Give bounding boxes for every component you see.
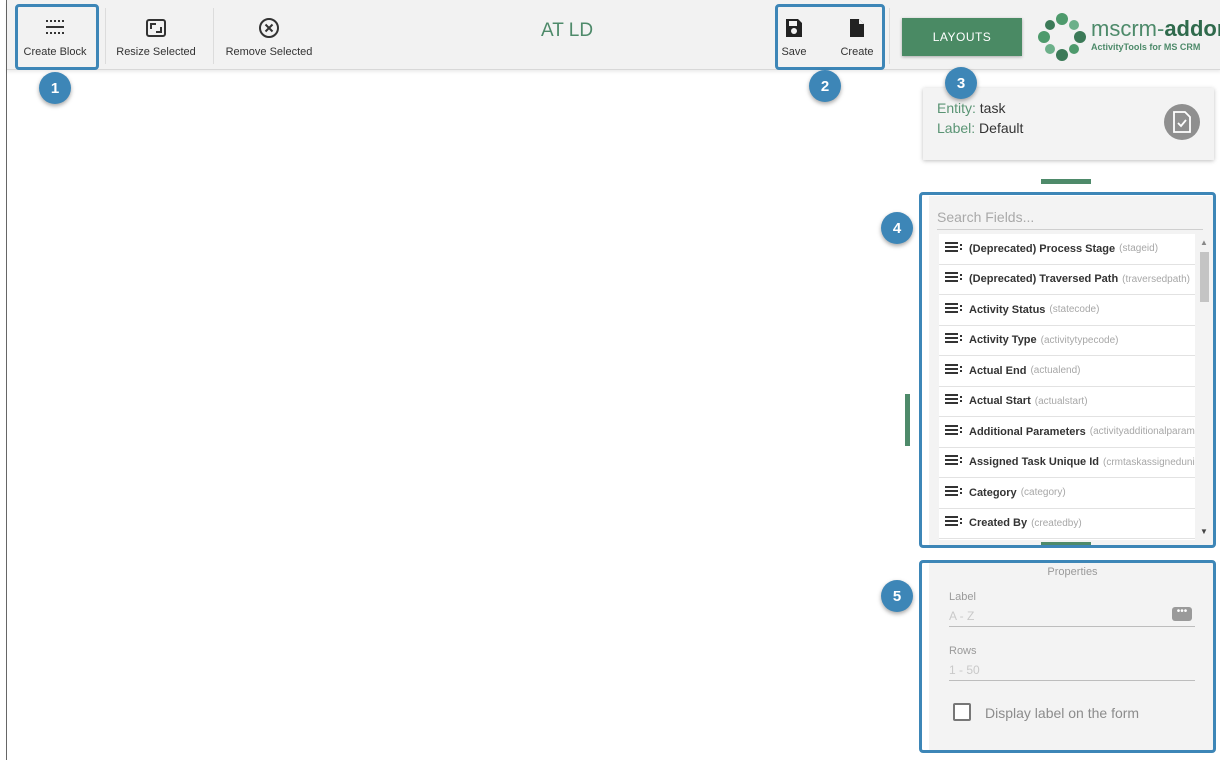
field-schema-name: (activitytypecode) — [1040, 334, 1119, 346]
callout-badge-3: 3 — [945, 67, 977, 99]
side-splitter-handle[interactable] — [905, 394, 910, 446]
field-list-item[interactable]: (Deprecated) Process Stage (stageid) — [939, 234, 1195, 265]
field-list-item[interactable]: Assigned Task Unique Id (crmtaskassignedu… — [939, 448, 1195, 478]
remove-selected-label: Remove Selected — [225, 46, 313, 58]
search-fields-input[interactable] — [937, 204, 1203, 230]
label-value: Default — [979, 120, 1024, 136]
field-name: Activity Status — [969, 303, 1046, 316]
new-document-icon — [849, 16, 865, 40]
field-schema-name: (stageid) — [1119, 243, 1159, 255]
field-schema-name: (crmtaskassigneduniqueid) — [1103, 456, 1195, 468]
toolbar-divider — [213, 8, 214, 64]
remove-selected-button[interactable]: Remove Selected — [219, 0, 319, 70]
field-schema-name: (actualstart) — [1034, 395, 1088, 407]
field-list-item[interactable]: Actual Start (actualstart) — [939, 387, 1195, 417]
field-name: Activity Type — [969, 334, 1037, 347]
field-name: (Deprecated) Traversed Path — [969, 273, 1119, 286]
drag-handle-icon[interactable] — [945, 240, 963, 258]
field-list-item[interactable]: Activity Type (activitytypecode) — [939, 326, 1195, 356]
label-input[interactable] — [949, 605, 1195, 627]
task-check-icon — [1164, 104, 1200, 140]
field-name: Actual Start — [969, 395, 1031, 408]
label-field-caption: Label — [949, 591, 976, 603]
drag-handle-icon[interactable] — [945, 453, 963, 471]
field-name: Assigned Task Unique Id — [969, 456, 1099, 469]
panel-splitter-handle[interactable] — [1041, 542, 1091, 546]
field-schema-name: (activityadditionalparams) — [1089, 426, 1195, 438]
more-options-icon[interactable]: ••• — [1172, 607, 1192, 621]
callout-badge-1: 1 — [39, 72, 71, 104]
field-schema-name: (traversedpath) — [1122, 273, 1190, 285]
field-list-item[interactable]: Additional Parameters (activityadditional… — [939, 417, 1195, 448]
display-label-text: Display label on the form — [985, 705, 1140, 721]
field-list-item[interactable]: Activity Status (statecode) — [939, 295, 1195, 326]
panel-splitter-handle[interactable] — [1041, 179, 1091, 184]
logo-mark-icon — [1038, 13, 1086, 61]
entity-info-card[interactable]: Entity: task Label: Default — [923, 88, 1214, 160]
rows-field-caption: Rows — [949, 645, 977, 657]
properties-title: Properties — [1047, 566, 1098, 578]
drag-handle-icon[interactable] — [945, 423, 963, 441]
field-list-scrollbar[interactable]: ▲ ▼ — [1197, 234, 1211, 540]
logo-wordmark: mscrm-addon — [1091, 16, 1220, 41]
label-row: Label: Default — [937, 118, 1200, 138]
remove-circle-icon — [258, 16, 280, 40]
field-name: Actual End — [969, 364, 1027, 377]
entity-value: task — [979, 100, 1006, 116]
layouts-button[interactable]: LAYOUTS — [902, 18, 1022, 56]
save-button[interactable]: Save — [777, 0, 811, 70]
layout-designer-app: Create Block Resize Selected Remove Sele… — [6, 0, 1220, 760]
scroll-up-icon[interactable]: ▲ — [1200, 238, 1208, 247]
create-label: Create — [840, 46, 874, 58]
scroll-thumb[interactable] — [1200, 252, 1209, 302]
field-schema-name: (statecode) — [1049, 304, 1100, 316]
field-schema-name: (actualend) — [1030, 365, 1081, 377]
callout-badge-2: 2 — [809, 70, 841, 102]
resize-selected-label: Resize Selected — [116, 46, 196, 58]
callout-badge-4: 4 — [881, 212, 913, 244]
create-button[interactable]: Create — [837, 0, 877, 70]
create-block-icon — [44, 16, 66, 40]
label-caption: Label: — [937, 120, 976, 136]
field-name: (Deprecated) Process Stage — [969, 242, 1116, 255]
callout-badge-5: 5 — [881, 580, 913, 612]
drag-handle-icon[interactable] — [945, 270, 963, 288]
entity-caption: Entity: — [937, 100, 976, 116]
create-block-label: Create Block — [23, 46, 87, 58]
scroll-down-icon[interactable]: ▼ — [1200, 527, 1208, 536]
drag-handle-icon[interactable] — [945, 514, 963, 532]
page-title: AT LD — [540, 20, 594, 41]
field-list-item[interactable]: Category (category) — [939, 478, 1195, 509]
drag-handle-icon[interactable] — [945, 362, 963, 380]
toolbar-divider — [105, 8, 106, 64]
resize-selected-button[interactable]: Resize Selected — [111, 0, 201, 70]
save-floppy-icon — [785, 16, 803, 40]
field-list: (Deprecated) Process Stage (stageid) (Depr… — [939, 234, 1195, 540]
toolbar: Create Block Resize Selected Remove Sele… — [7, 0, 1220, 70]
logo-tagline: ActivityTools for MS CRM — [1091, 42, 1201, 52]
drag-handle-icon[interactable] — [945, 484, 963, 502]
field-list-item[interactable]: Created By (createdby) — [939, 509, 1195, 539]
field-name: Created By — [969, 517, 1028, 530]
fields-panel: (Deprecated) Process Stage(stageid)(Depr… — [929, 196, 1216, 546]
field-name: Additional Parameters — [969, 425, 1086, 438]
save-label: Save — [781, 46, 807, 58]
display-label-checkbox[interactable] — [953, 703, 971, 721]
rows-input[interactable] — [949, 659, 1195, 681]
field-schema-name: (category) — [1020, 487, 1066, 499]
toolbar-divider — [889, 8, 890, 64]
field-name: Category — [969, 486, 1017, 499]
field-list-item[interactable]: Actual End (actualend) — [939, 356, 1195, 387]
field-schema-name: (createdby) — [1031, 517, 1082, 529]
entity-row: Entity: task — [937, 98, 1200, 118]
create-block-button[interactable]: Create Block — [15, 0, 95, 70]
drag-handle-icon[interactable] — [945, 331, 963, 349]
drag-handle-icon[interactable] — [945, 392, 963, 410]
drag-handle-icon[interactable] — [945, 301, 963, 319]
properties-panel: Properties Label ••• Rows Display label … — [929, 563, 1216, 751]
resize-icon — [145, 16, 167, 40]
mscrm-addons-logo: mscrm-addon ActivityTools for MS CRM — [1035, 10, 1220, 62]
field-list-item[interactable]: (Deprecated) Traversed Path (traversedpat… — [939, 265, 1195, 295]
